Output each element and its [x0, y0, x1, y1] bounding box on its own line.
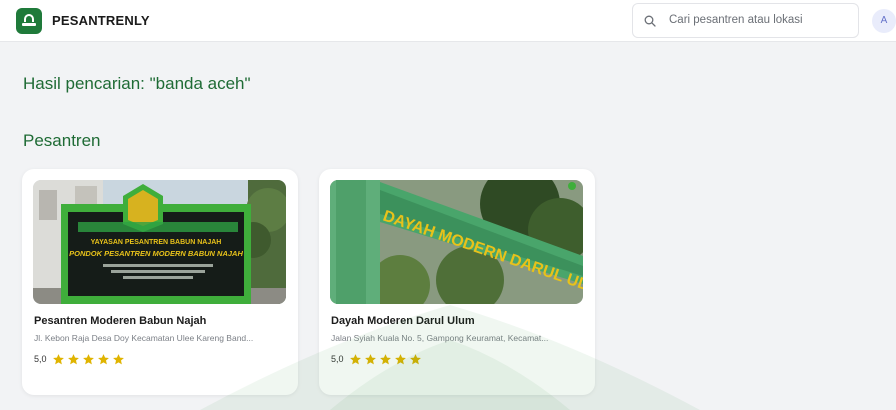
rating-stars: [52, 353, 127, 366]
top-bar: PESANTRENLY Cari pesantren atau lokasi A: [0, 0, 896, 42]
card-address: Jalan Syiah Kuala No. 5, Gampong Keurama…: [331, 333, 549, 343]
star-icon: [112, 353, 124, 364]
app-logo-icon[interactable]: [16, 8, 42, 34]
photo-sign-line2: PONDOK PESANTREN MODERN BABUN NAJAH: [69, 249, 243, 258]
photo-sign-line1: YAYASAN PESANTREN BABUN NAJAH: [91, 239, 222, 246]
star-icon: [67, 353, 79, 364]
star-icon: [52, 353, 64, 364]
avatar[interactable]: A: [872, 9, 896, 33]
rating-stars: [349, 353, 424, 366]
card-title[interactable]: Dayah Moderen Darul Ulum: [331, 315, 475, 327]
search-results-heading: Hasil pencarian: "banda aceh": [23, 74, 251, 93]
card-title[interactable]: Pesantren Moderen Babun Najah: [34, 315, 206, 327]
search-placeholder: Cari pesantren atau lokasi: [669, 14, 803, 26]
star-icon: [394, 353, 406, 364]
pesantren-card[interactable]: DAYAH MODERN DARUL ULUM Dayah Moderen Da…: [319, 169, 595, 395]
pesantren-photo[interactable]: YAYASAN PESANTREN BABUN NAJAH PONDOK PES…: [33, 180, 286, 304]
brand-name[interactable]: PESANTRENLY: [52, 13, 150, 28]
rating-value: 5,0: [331, 354, 344, 364]
rating: 5,0: [331, 351, 424, 367]
star-icon: [409, 353, 421, 364]
section-heading-pesantren: Pesantren: [23, 131, 101, 150]
star-icon: [349, 353, 361, 364]
star-icon: [364, 353, 376, 364]
rating: 5,0: [34, 351, 127, 367]
pesantren-photo[interactable]: DAYAH MODERN DARUL ULUM: [330, 180, 583, 304]
rating-value: 5,0: [34, 354, 47, 364]
star-icon: [97, 353, 109, 364]
star-icon: [82, 353, 94, 364]
search-input[interactable]: Cari pesantren atau lokasi: [632, 3, 859, 38]
star-icon: [379, 353, 391, 364]
card-address: Jl. Kebon Raja Desa Doy Kecamatan Ulee K…: [34, 333, 254, 343]
pesantren-card[interactable]: YAYASAN PESANTREN BABUN NAJAH PONDOK PES…: [22, 169, 298, 395]
search-icon: [644, 15, 656, 27]
